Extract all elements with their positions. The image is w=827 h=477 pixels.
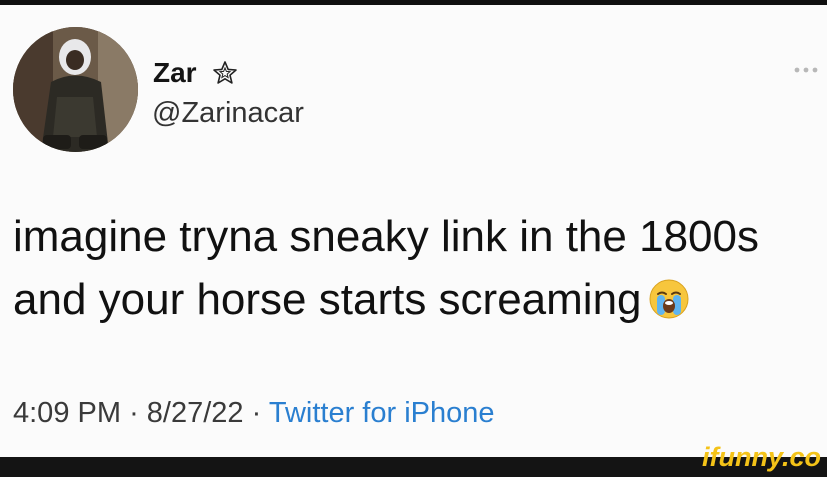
tweet-text-line: and your horse starts screaming: [13, 268, 823, 331]
tweet-date[interactable]: 8/27/22: [147, 397, 244, 429]
tweet-meta: 4:09 PM · 8/27/22 · Twitter for iPhone: [13, 393, 495, 433]
tweet-text-line: imagine tryna sneaky link in the 1800s: [13, 212, 759, 261]
star-icon: [213, 61, 237, 84]
watermark: ifunny.co: [702, 442, 821, 472]
meta-separator: ·: [251, 397, 262, 429]
handle[interactable]: @Zarinacar: [152, 96, 304, 130]
loudly-crying-face-icon: [649, 279, 689, 319]
meta-separator: ·: [129, 397, 139, 429]
tweet-source-link[interactable]: Twitter for iPhone: [269, 397, 495, 429]
more-options-icon[interactable]: [788, 60, 824, 80]
tweet-text-line-content: and your horse starts screaming: [13, 275, 642, 324]
tweet-time[interactable]: 4:09 PM: [13, 397, 121, 429]
display-name[interactable]: Zar: [153, 57, 197, 89]
tweet-text: imagine tryna sneaky link in the 1800s a…: [13, 205, 823, 331]
avatar[interactable]: [13, 27, 138, 152]
tweet-card: Zar @Zarinacar imagine tryna sneaky link…: [0, 5, 827, 457]
